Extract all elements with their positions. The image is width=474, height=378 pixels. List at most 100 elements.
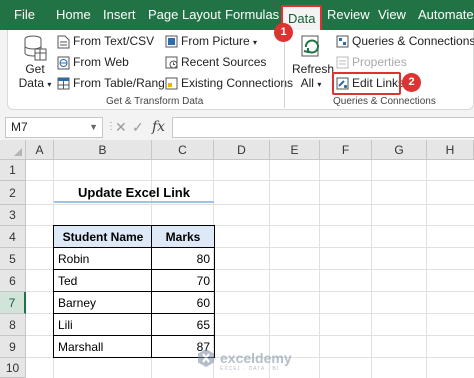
student-name-cell[interactable]: Lili [54,314,152,336]
from-table-range-button[interactable]: From Table/Range [57,76,172,90]
column-header-d[interactable]: D [214,140,270,160]
database-icon [24,35,47,61]
group-label-get-transform: Get & Transform Data [106,96,204,107]
tab-page-layout[interactable]: Page Layout [148,0,221,30]
tab-insert[interactable]: Insert [103,0,136,30]
formula-bar: M7 ▼ ⋮ ✕ ✓ fx [0,114,474,140]
row-header-5[interactable]: 5 [0,248,26,270]
table-border [214,225,215,358]
insert-function-icon[interactable]: fx [152,117,165,137]
properties-button[interactable]: Properties [336,55,407,69]
table-border [53,335,215,336]
select-all-corner[interactable] [0,140,26,160]
refresh-icon [301,35,319,57]
recent-sources-icon [165,56,178,69]
row-header-4[interactable]: 4 [0,226,26,248]
tab-review[interactable]: Review [327,0,370,30]
name-box-value: M7 [11,120,28,134]
column-header-g[interactable]: G [372,140,427,160]
marks-cell[interactable]: 65 [152,314,214,336]
from-picture-button[interactable]: From Picture ▾ [165,34,257,48]
row-header-3[interactable]: 3 [0,205,26,226]
chevron-down-icon: ▾ [253,38,258,47]
column-header-h[interactable]: H [427,140,474,160]
refresh-all-button[interactable]: Refresh All ▾ [292,34,335,92]
step-badge-1: 1 [274,23,293,42]
chevron-down-icon: ▾ [317,80,322,89]
globe-icon [57,56,70,70]
existing-connections-button[interactable]: Existing Connections [165,76,293,90]
group-divider [284,36,285,108]
properties-icon [336,56,349,69]
existing-connections-icon [165,77,178,90]
row-header-8[interactable]: 8 [0,314,26,336]
table-border [53,225,54,358]
table-border [53,357,215,358]
from-web-label: From Web [73,55,129,69]
gridline [269,160,270,378]
column-header-a[interactable]: A [26,140,54,160]
tab-formulas[interactable]: Formulas [225,0,279,30]
cancel-icon[interactable]: ✕ [115,117,127,137]
tab-view[interactable]: View [378,0,406,30]
recent-sources-button[interactable]: Recent Sources [165,55,266,69]
queries-connections-label: Queries & Connections [352,34,474,48]
edit-links-highlight [332,72,401,95]
student-name-cell[interactable]: Marshall [54,336,152,358]
refresh-label-2: All ▾ [300,76,322,90]
marks-cell[interactable]: 70 [152,270,214,292]
ribbon: Get Data ▾ From Text/CSV From Web From T… [0,30,474,114]
column-header-e[interactable]: E [270,140,320,160]
column-header-f[interactable]: F [320,140,372,160]
marks-cell[interactable]: 60 [152,292,214,314]
get-data-button[interactable]: Get Data ▾ [18,34,52,92]
gridline [426,160,427,378]
refresh-label-1: Refresh [292,62,335,76]
row-header-1[interactable]: 1 [0,160,26,181]
enter-icon[interactable]: ✓ [132,117,144,137]
exceldemy-watermark: exceldemy EXCEL · DATA · BI [196,348,292,376]
recent-sources-label: Recent Sources [181,55,267,69]
file-text-icon [57,35,70,49]
row-header-9[interactable]: 9 [0,336,26,358]
tab-file[interactable]: File [14,0,35,30]
from-text-csv-button[interactable]: From Text/CSV [57,34,154,49]
marks-cell[interactable]: 80 [152,248,214,270]
properties-label: Properties [352,55,407,69]
column-header-b[interactable]: B [54,140,152,160]
table-header-student-name: Student Name [54,226,152,248]
table-border [53,269,215,270]
worksheet-grid: A B C D E F G H 1 2 3 4 5 6 7 8 9 10 Upd… [0,140,474,378]
picture-icon [165,35,178,48]
chevron-down-icon: ▼ [89,122,98,132]
table-border [151,225,152,358]
student-name-cell[interactable]: Robin [54,248,152,270]
from-web-button[interactable]: From Web [57,55,129,70]
row-header-2[interactable]: 2 [0,181,26,205]
gridline [371,160,372,378]
exceldemy-logo-icon [198,349,214,367]
menu-bar: File Home Insert Page Layout Formulas Da… [0,0,474,30]
row-header-6[interactable]: 6 [0,270,26,292]
queries-connections-button[interactable]: Queries & Connections [336,34,474,48]
tab-home[interactable]: Home [56,0,91,30]
existing-connections-label: Existing Connections [181,76,294,90]
table-border [53,247,215,248]
formula-input[interactable] [172,117,474,138]
student-name-cell[interactable]: Barney [54,292,152,314]
row-header-10[interactable]: 10 [0,358,26,378]
name-box[interactable]: M7 ▼ [5,117,103,138]
chevron-down-icon: ▾ [47,80,52,89]
get-data-label-2: Data ▾ [18,76,52,90]
step-badge-2: 2 [402,73,421,92]
group-label-queries-connections: Queries & Connections [333,96,436,107]
tab-automate[interactable]: Automate [418,0,474,30]
queries-connections-icon [336,35,349,48]
student-name-cell[interactable]: Ted [54,270,152,292]
get-data-label-1: Get [25,62,45,76]
column-header-c[interactable]: C [152,140,214,160]
table-border [53,225,215,226]
from-text-csv-label: From Text/CSV [73,34,155,48]
row-header-7[interactable]: 7 [0,292,26,314]
table-icon [57,77,70,90]
